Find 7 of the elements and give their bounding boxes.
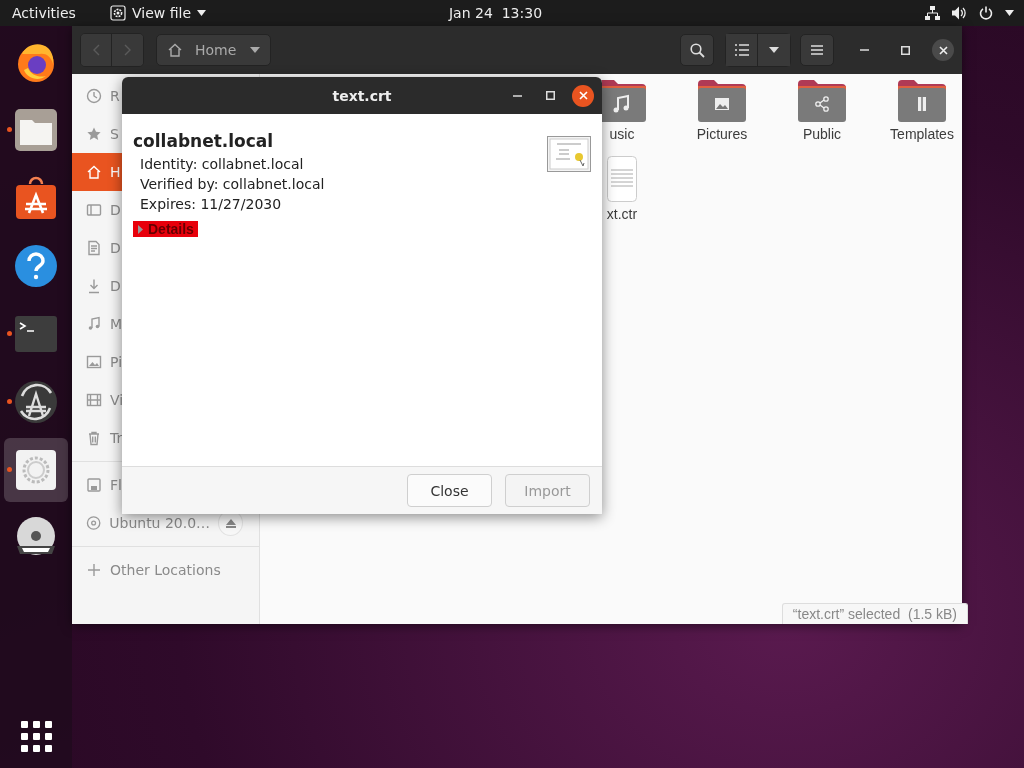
certificate-subject: collabnet.local xyxy=(133,131,275,151)
certificate-field: Identity: collabnet.local xyxy=(140,154,591,174)
status-label: “text.crt” selected (1.5 kB) xyxy=(781,603,968,624)
certificate-field: Verified by: collabnet.local xyxy=(140,174,591,194)
dialog-title: text.crt xyxy=(332,87,392,104)
path-label: Home xyxy=(195,42,238,58)
certificate-field: Expires: 11/27/2030 xyxy=(140,194,591,214)
